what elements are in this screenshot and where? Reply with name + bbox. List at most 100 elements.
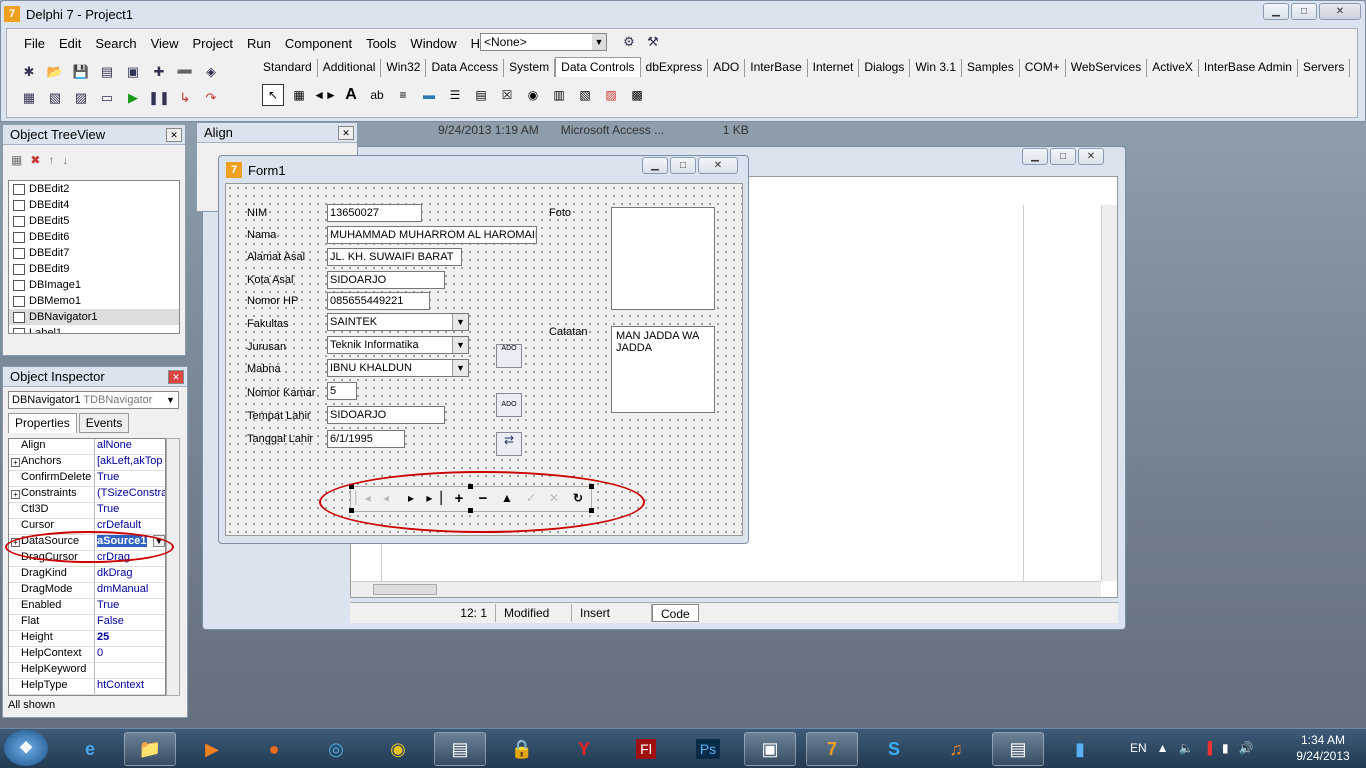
- property-value[interactable]: dmManual: [95, 583, 165, 598]
- menu-component[interactable]: Component: [285, 36, 352, 51]
- menu-file[interactable]: File: [24, 36, 45, 51]
- property-value[interactable]: (TSizeConstra: [95, 487, 165, 502]
- property-row[interactable]: Height 25: [9, 631, 165, 647]
- start-button[interactable]: ❖: [4, 730, 48, 766]
- palette-tab[interactable]: Win32: [381, 59, 427, 77]
- firefox-icon[interactable]: ●: [248, 732, 300, 766]
- palette-tab[interactable]: Internet: [807, 59, 860, 77]
- dblookupcombobox-icon[interactable]: ▧: [574, 84, 596, 106]
- maximize-button[interactable]: □: [670, 157, 696, 174]
- tree-item[interactable]: Label1: [9, 325, 179, 333]
- adoconnection-icon[interactable]: ADO: [496, 344, 522, 368]
- book-app-icon[interactable]: ▮: [1054, 732, 1106, 766]
- palette-tab[interactable]: Data Access: [426, 59, 505, 77]
- dbedit-icon[interactable]: ab: [366, 84, 388, 106]
- catatan-dbmemo[interactable]: MAN JADDA WA JADDA: [611, 326, 715, 413]
- run-icon[interactable]: ▶: [122, 88, 144, 108]
- photoshop-icon[interactable]: Ps: [682, 732, 734, 766]
- media-player-icon[interactable]: ▶: [186, 732, 238, 766]
- flash-icon[interactable]: Fl: [620, 732, 672, 766]
- save-all-icon[interactable]: ▤: [96, 62, 118, 82]
- property-row[interactable]: ConfirmDelete True: [9, 471, 165, 487]
- property-value[interactable]: alNone: [95, 439, 165, 454]
- nama-field[interactable]: MUHAMMAD MUHARROM AL HAROMAINY: [327, 226, 537, 244]
- notepad-icon[interactable]: ▤: [992, 732, 1044, 766]
- chevron-down-icon[interactable]: ▼: [452, 360, 468, 376]
- close-button[interactable]: ✕: [1078, 148, 1104, 165]
- palette-tab[interactable]: System: [504, 59, 556, 77]
- tempat-lahir-field[interactable]: SIDOARJO: [327, 406, 445, 424]
- palette-tab[interactable]: COM+: [1019, 59, 1066, 77]
- view-form-icon[interactable]: ▧: [44, 88, 66, 108]
- property-row[interactable]: + Anchors [akLeft,akTop: [9, 455, 165, 471]
- menu-tools[interactable]: Tools: [366, 36, 396, 51]
- document-app-icon[interactable]: ▤: [434, 732, 486, 766]
- property-value[interactable]: dkDrag: [95, 567, 165, 582]
- menu-search[interactable]: Search: [95, 36, 136, 51]
- language-indicator[interactable]: EN: [1130, 741, 1147, 755]
- property-row[interactable]: DragMode dmManual: [9, 583, 165, 599]
- fakultas-combo[interactable]: SAINTEK ▼: [327, 313, 469, 331]
- property-value[interactable]: htContext: [95, 679, 165, 694]
- maximize-button[interactable]: □: [1291, 3, 1317, 20]
- property-value[interactable]: 0: [95, 647, 165, 662]
- dbgrid-icon[interactable]: ▦: [288, 84, 310, 106]
- save-desktop-icon[interactable]: ⚙: [618, 32, 640, 52]
- add-file-icon[interactable]: ✚: [148, 62, 170, 82]
- close-button[interactable]: ✕: [698, 157, 738, 174]
- property-row[interactable]: Flat False: [9, 615, 165, 631]
- remove-file-icon[interactable]: ➖: [174, 62, 196, 82]
- dbcombobox-icon[interactable]: ▤: [470, 84, 492, 106]
- horizontal-scrollbar[interactable]: [351, 581, 1101, 597]
- clock[interactable]: 1:34 AM 9/24/2013: [1288, 732, 1358, 764]
- menu-run[interactable]: Run: [247, 36, 271, 51]
- alamat-asal-field[interactable]: JL. KH. SUWAIFI BARAT: [327, 248, 462, 266]
- inspector-scrollbar[interactable]: [166, 438, 180, 696]
- dbimage-icon[interactable]: ▬: [418, 84, 440, 106]
- property-row[interactable]: DragKind dkDrag: [9, 567, 165, 583]
- tree-item[interactable]: DBEdit4: [9, 197, 179, 213]
- palette-tab-active[interactable]: Data Controls: [555, 57, 641, 77]
- palette-tab[interactable]: Win 3.1: [910, 59, 963, 77]
- yandex-icon[interactable]: Y: [558, 732, 610, 766]
- menu-window[interactable]: Window: [410, 36, 456, 51]
- pause-icon[interactable]: ❚❚: [148, 88, 170, 108]
- jurusan-combo[interactable]: Teknik Informatika ▼: [327, 336, 469, 354]
- tree-item[interactable]: DBEdit7: [9, 245, 179, 261]
- property-row[interactable]: Ctl3D True: [9, 503, 165, 519]
- chevron-down-icon[interactable]: ▼: [452, 337, 468, 353]
- minimize-button[interactable]: ▁: [1263, 3, 1289, 20]
- tree-item-selected[interactable]: DBNavigator1: [9, 309, 179, 325]
- palette-tab[interactable]: InterBase: [745, 59, 808, 77]
- save-icon[interactable]: 💾: [70, 62, 92, 82]
- menu-edit[interactable]: Edit: [59, 36, 81, 51]
- safari-icon[interactable]: ◎: [310, 732, 362, 766]
- new-icon[interactable]: ✱: [18, 62, 40, 82]
- palette-tab[interactable]: ADO: [708, 59, 746, 77]
- property-row[interactable]: + Constraints (TSizeConstra: [9, 487, 165, 503]
- tanggal-lahir-field[interactable]: 6/1/1995: [327, 430, 405, 448]
- property-value[interactable]: True: [95, 599, 165, 614]
- file-explorer-icon[interactable]: 📁: [124, 732, 176, 766]
- help-contents-icon[interactable]: ◈: [200, 62, 222, 82]
- property-row[interactable]: Enabled True: [9, 599, 165, 615]
- tab-properties[interactable]: Properties: [8, 413, 77, 433]
- property-value[interactable]: True: [95, 471, 165, 486]
- delphi-taskbar-icon[interactable]: 7: [806, 732, 858, 766]
- move-up-icon[interactable]: ↑: [48, 153, 54, 167]
- property-value[interactable]: [95, 663, 165, 678]
- mabna-combo[interactable]: IBNU KHALDUN ▼: [327, 359, 469, 377]
- dbcheckbox-icon[interactable]: ☒: [496, 84, 518, 106]
- delete-item-icon[interactable]: ✖: [30, 153, 40, 167]
- volume-icon[interactable]: 🔈: [1179, 741, 1194, 755]
- dbradiogroup-icon[interactable]: ◉: [522, 84, 544, 106]
- network-icon[interactable]: ▐: [1204, 741, 1213, 755]
- nomor-kamar-field[interactable]: 5: [327, 382, 357, 400]
- tree-item[interactable]: DBImage1: [9, 277, 179, 293]
- music-app-icon[interactable]: ♫: [930, 732, 982, 766]
- tree-item[interactable]: DBMemo1: [9, 293, 179, 309]
- property-value[interactable]: False: [95, 615, 165, 630]
- chevron-down-icon[interactable]: ▼: [452, 314, 468, 330]
- adotable-icon[interactable]: ADO: [496, 393, 522, 417]
- toggle-form-unit-icon[interactable]: ▨: [70, 88, 92, 108]
